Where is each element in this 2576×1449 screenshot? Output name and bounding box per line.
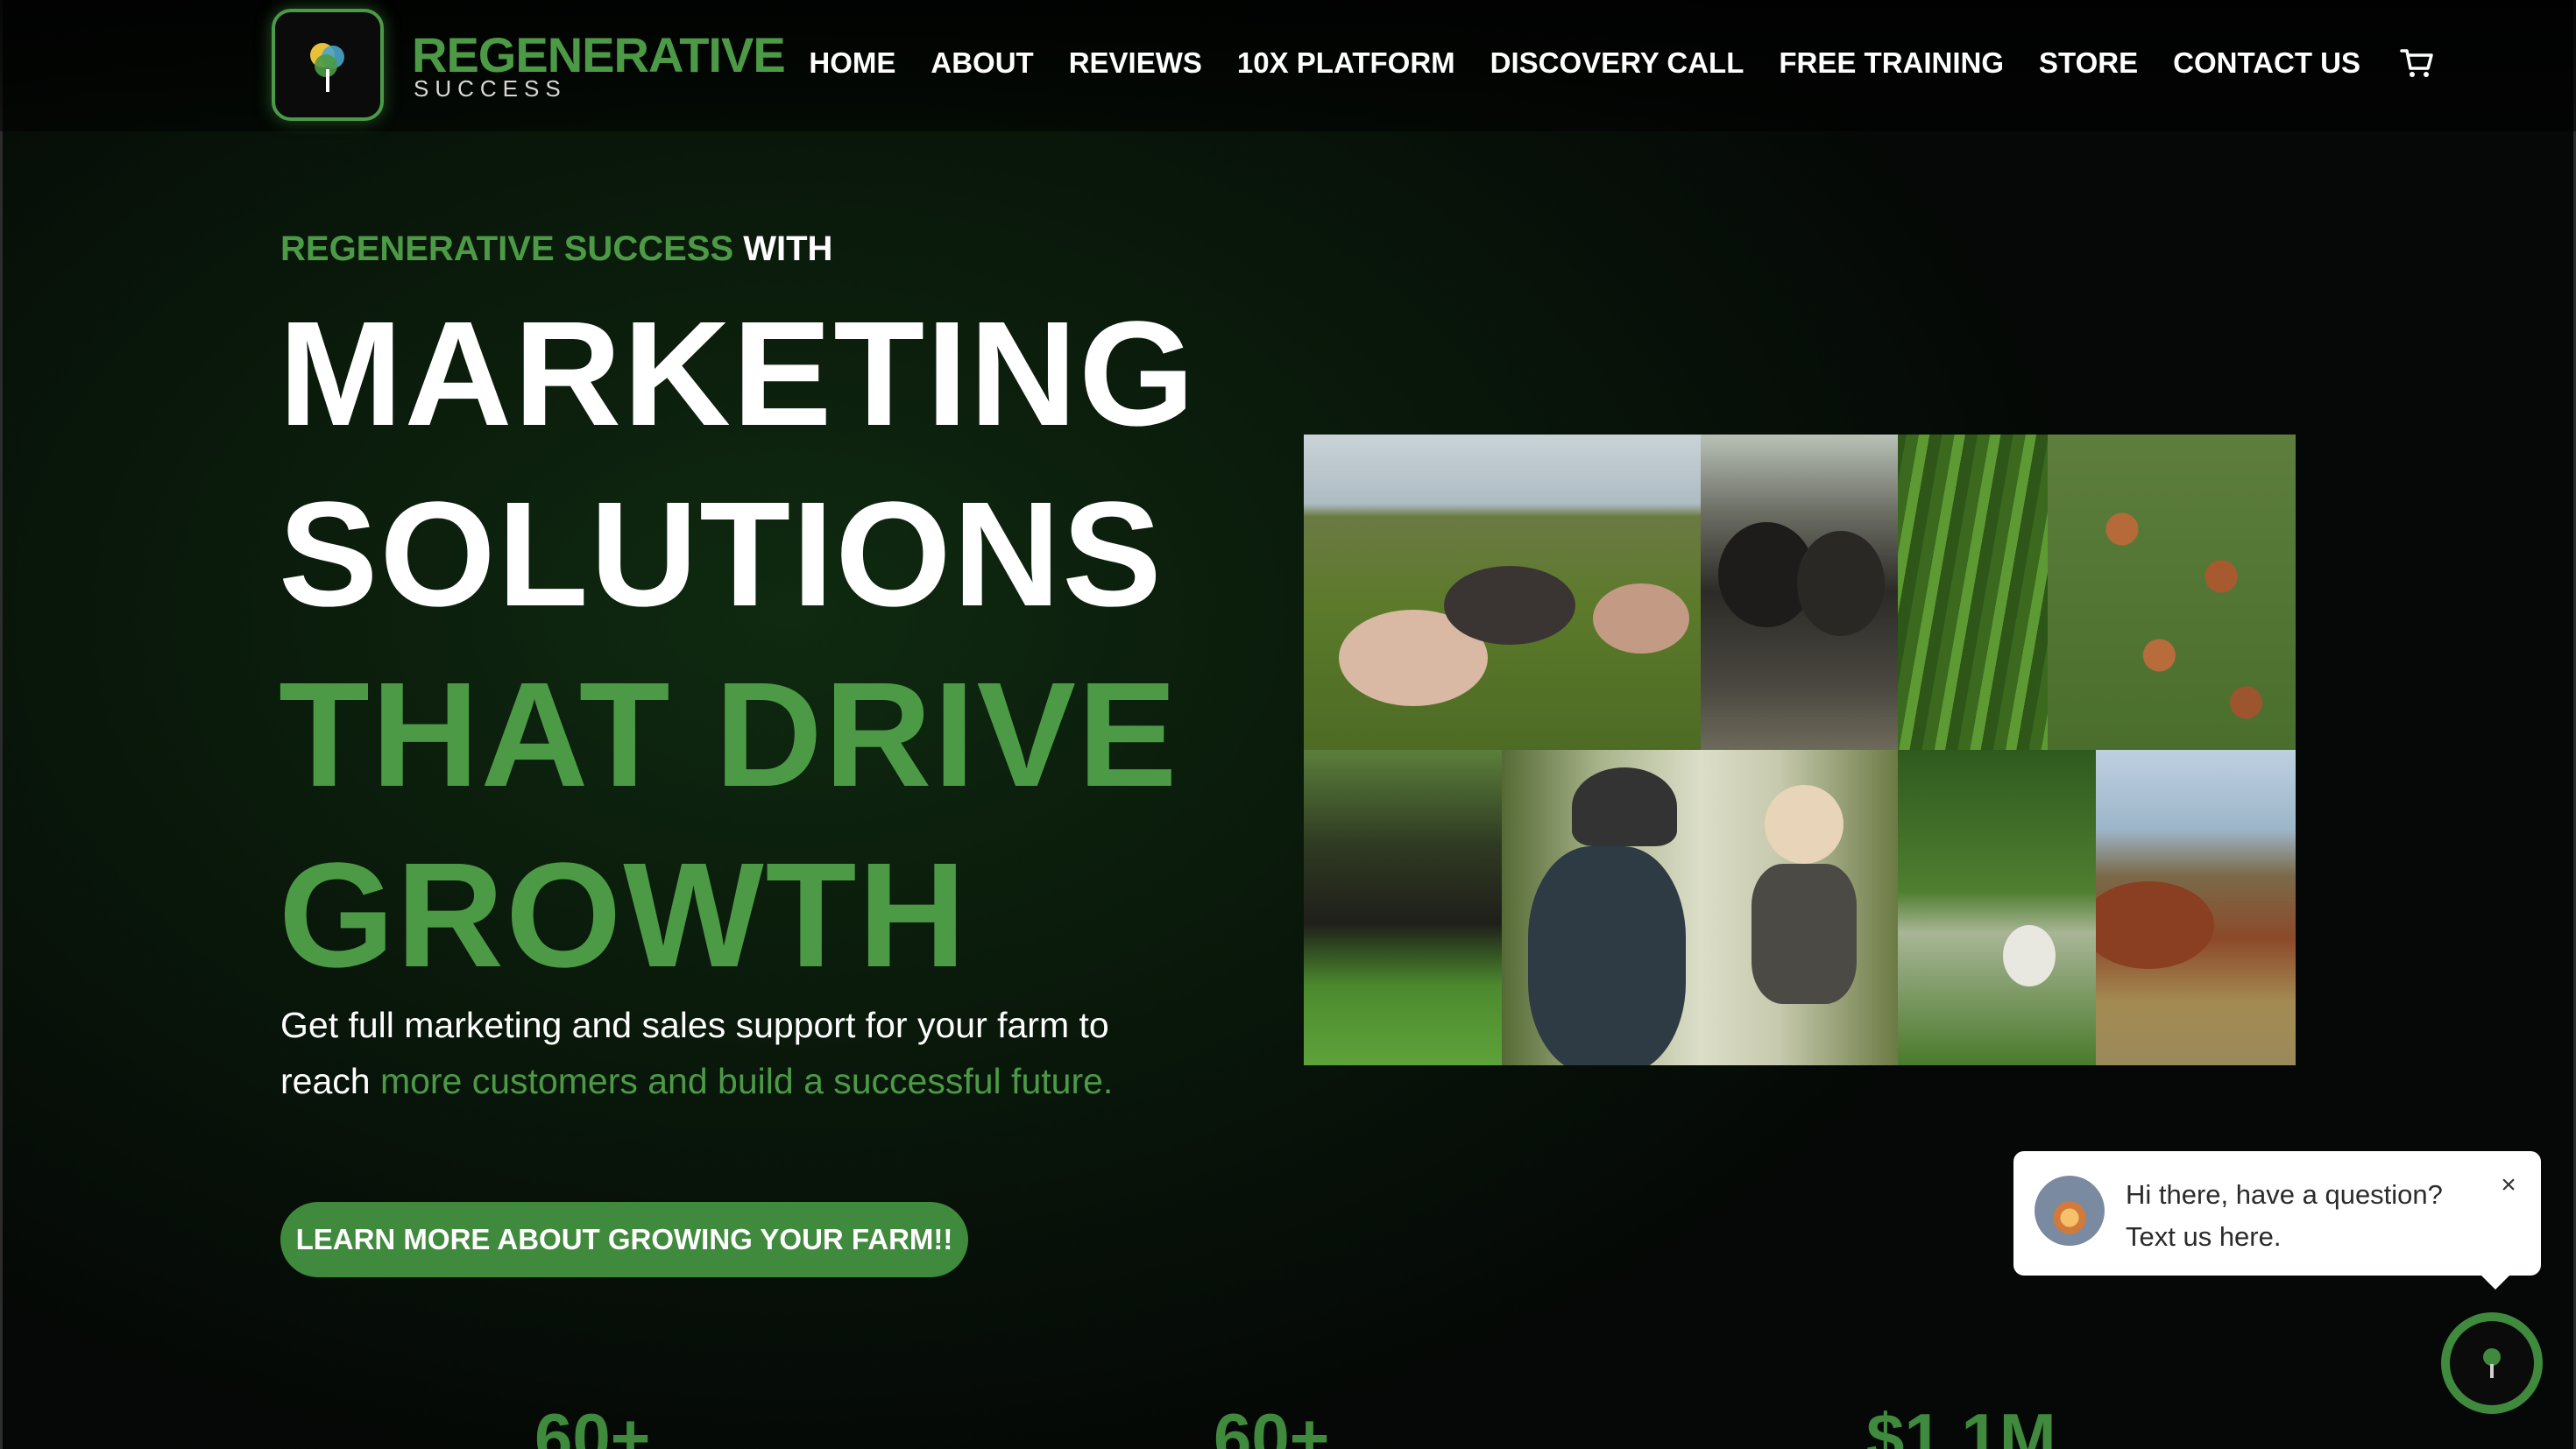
chat-line-1: Hi there, have a question? [2126,1179,2443,1210]
chat-avatar [2035,1176,2105,1246]
chat-popup[interactable]: Hi there, have a question? Text us here.… [2013,1151,2541,1290]
chat-launcher-button[interactable] [2441,1312,2543,1414]
nav-discovery-call[interactable]: DISCOVERY CALL [1490,46,1744,80]
nav-10x-platform[interactable]: 10X PLATFORM [1237,46,1455,80]
close-icon[interactable]: × [2495,1172,2522,1198]
nav-about[interactable]: ABOUT [931,46,1033,80]
brand-subtitle: SUCCESS [414,75,567,102]
nav-store[interactable]: STORE [2039,46,2138,80]
hero-eyebrow: REGENERATIVE SUCCESS WITH [280,230,832,269]
hero-description: Get full marketing and sales support for… [280,997,1139,1109]
nav-contact-us[interactable]: CONTACT US [2173,46,2360,80]
stat-value-3: $1.1M [1866,1399,2056,1449]
headline-line-1: MARKETING [279,291,1197,457]
photo-field-people [1898,750,2096,1065]
tree-icon [2483,1348,2501,1378]
eyebrow-brand: REGENERATIVE SUCCESS [280,230,734,268]
site-header: REGENERATIVE SUCCESS HOME ABOUT REVIEWS … [0,0,2576,131]
learn-more-button[interactable]: LEARN MORE ABOUT GROWING YOUR FARM!! [280,1202,968,1277]
desc-green: more customers and build a successful fu… [379,1061,1114,1101]
headline-line-2: SOLUTIONS [279,471,1164,638]
nav-home[interactable]: HOME [809,46,895,80]
main-nav: HOME ABOUT REVIEWS 10X PLATFORM DISCOVER… [809,46,2434,81]
stat-value-2: 60+ [1214,1399,1330,1449]
headline-line-4: GROWTH [279,832,968,999]
farm-photo-collage [1304,435,2296,1065]
photo-father-and-son [1502,750,1898,1065]
headline-line-3: THAT DRIVE [279,652,1179,818]
photo-hens [2048,435,2296,750]
eyebrow-with: WITH [733,230,833,268]
nav-reviews[interactable]: REVIEWS [1069,46,1202,80]
nav-free-training[interactable]: FREE TRAINING [1779,46,2004,80]
logo-tree-icon[interactable] [272,9,384,121]
stat-value-1: 60+ [534,1399,651,1449]
cart-icon[interactable] [2399,46,2434,81]
chat-message: Hi there, have a question? Text us here. [2126,1174,2476,1258]
chat-line-2: Text us here. [2126,1221,2282,1252]
photo-turkeys [1701,435,1898,750]
